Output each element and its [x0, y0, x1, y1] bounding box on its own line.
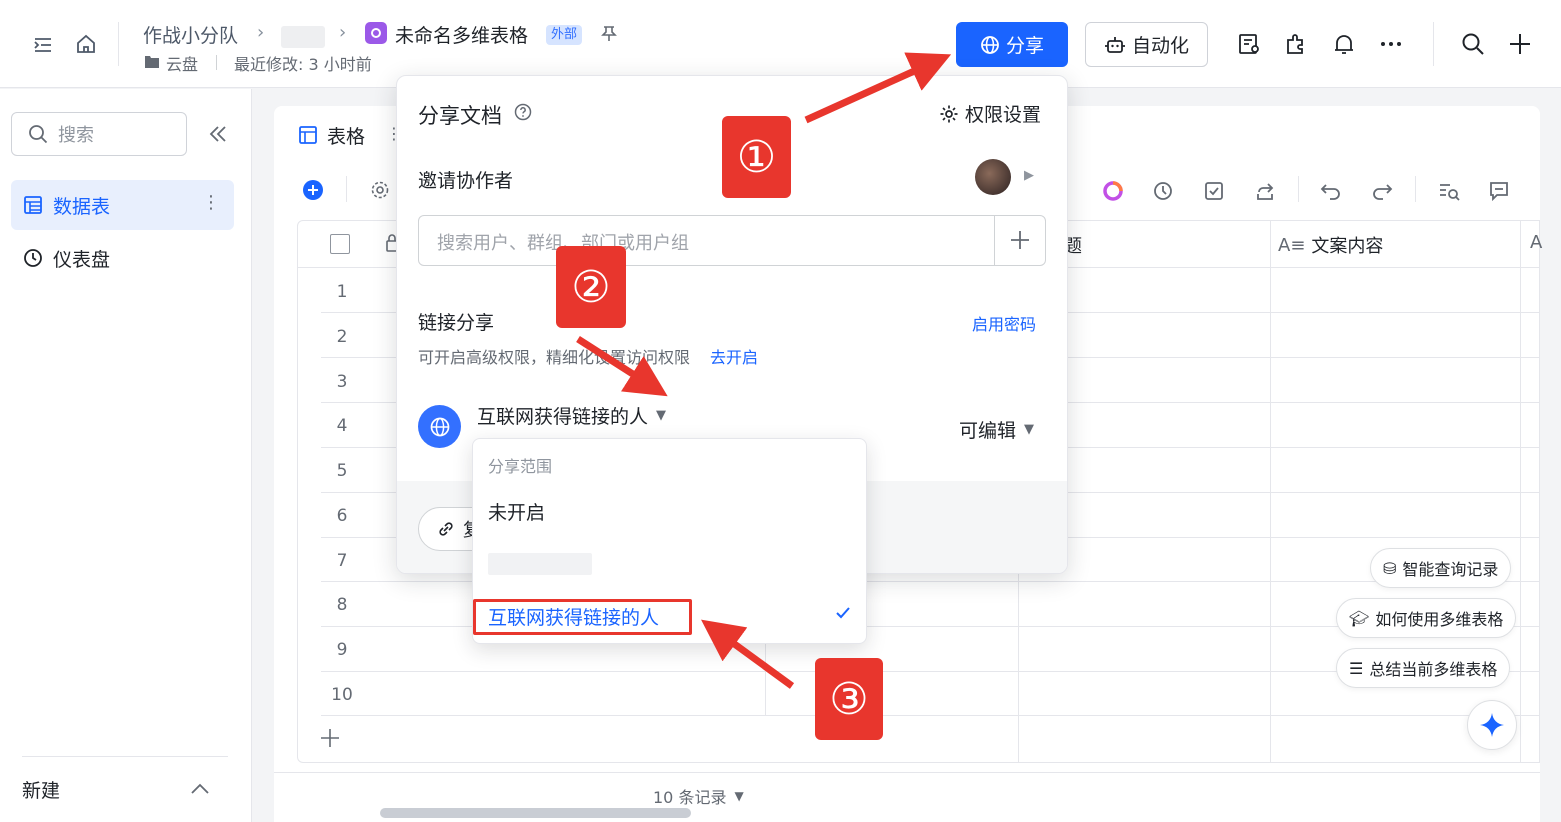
step-two-badge: ② — [556, 246, 626, 328]
arrow-to-share — [804, 52, 952, 124]
arrow-to-option — [701, 619, 795, 689]
arrow-to-scope — [576, 336, 668, 397]
step-one-badge: ① — [722, 116, 791, 198]
step-three-badge: ③ — [815, 658, 883, 740]
